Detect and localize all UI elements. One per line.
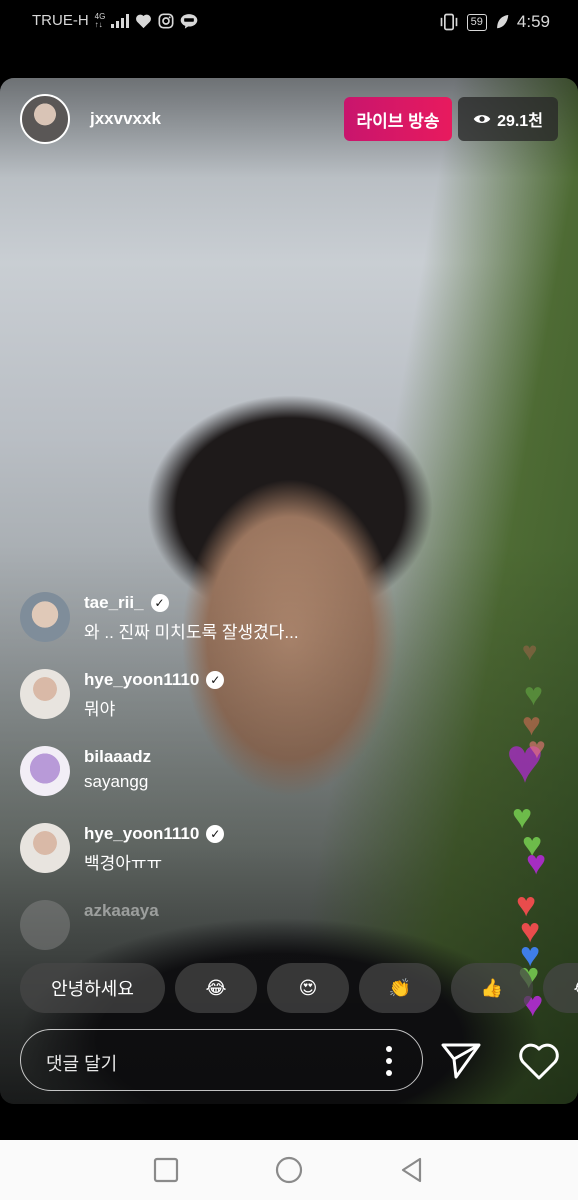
- floating-hearts: ♥ ♥ ♥ ♥ ♥ ♥ ♥ ♥ ♥ ♥ ♥ ♥ ♥: [500, 638, 578, 1104]
- comment-username[interactable]: hye_yoon1110: [84, 670, 199, 690]
- viewer-count-button[interactable]: 29.1천: [458, 97, 558, 141]
- avatar[interactable]: [20, 900, 70, 950]
- signal-icon: [111, 13, 130, 28]
- verified-badge-icon: ✓: [150, 594, 169, 612]
- battery-icon: 59: [466, 13, 487, 31]
- network-indicator: 4G ↑↓: [94, 11, 106, 29]
- avatar[interactable]: [20, 746, 70, 796]
- host-avatar[interactable]: [20, 94, 70, 144]
- quick-reaction-laugh[interactable]: 😂: [543, 963, 578, 1013]
- recent-apps-icon[interactable]: [152, 1156, 180, 1184]
- comment-input-placeholder: 댓글 달기: [46, 1054, 118, 1074]
- quick-reaction-thumbs-up[interactable]: 👍: [451, 963, 533, 1013]
- send-icon[interactable]: [440, 1040, 482, 1082]
- quick-reaction-clap[interactable]: 👏: [359, 963, 441, 1013]
- quick-reactions: 안녕하세요 😂 😍 👏 👍 😂: [20, 963, 578, 1013]
- heart-icon: [136, 14, 152, 28]
- comment-input[interactable]: 댓글 달기: [20, 1029, 423, 1091]
- comment-username[interactable]: azkaaaya: [84, 901, 159, 921]
- host-username[interactable]: jxxvvxxk: [90, 109, 161, 129]
- live-badge: 라이브 방송: [344, 97, 452, 141]
- back-icon[interactable]: [398, 1156, 426, 1184]
- like-heart-icon[interactable]: [518, 1040, 560, 1082]
- comment-text: 뭐야: [84, 700, 116, 719]
- viewer-count: 29.1천: [497, 113, 543, 130]
- status-bar: TRUE-H 4G ↑↓ 59 4:59: [0, 0, 578, 44]
- comment-text: 와 .. 진짜 미치도록 잘생겼다...: [84, 623, 299, 642]
- comment-text: 백경아ㅠㅠ: [84, 854, 163, 873]
- line-app-icon: [181, 13, 198, 29]
- verified-badge-icon: ✓: [206, 671, 225, 689]
- more-options-icon[interactable]: [386, 1046, 392, 1076]
- instagram-icon: [158, 13, 174, 28]
- heart-icon: ♥: [526, 844, 547, 882]
- heart-icon: ♥: [528, 732, 546, 765]
- comment-username[interactable]: bilaaadz: [84, 747, 151, 767]
- home-icon[interactable]: [275, 1156, 303, 1184]
- leaf-icon: [497, 15, 509, 29]
- comment-username[interactable]: tae_rii_: [84, 593, 144, 613]
- live-video[interactable]: jxxvvxxk 라이브 방송 29.1천 tae_rii_ ✓ 와 .. 진짜 …: [0, 78, 578, 1104]
- avatar[interactable]: [20, 823, 70, 873]
- avatar[interactable]: [20, 669, 70, 719]
- heart-icon: ♥: [522, 636, 538, 666]
- system-nav-bar: [0, 1140, 578, 1200]
- comment-username[interactable]: hye_yoon1110: [84, 824, 199, 844]
- quick-reaction-greeting[interactable]: 안녕하세요: [20, 963, 165, 1013]
- quick-reaction-heart-eyes[interactable]: 😍: [267, 963, 349, 1013]
- avatar[interactable]: [20, 592, 70, 642]
- verified-badge-icon: ✓: [206, 825, 225, 843]
- vibrate-icon: [440, 13, 457, 31]
- quick-reaction-laugh[interactable]: 😂: [175, 963, 257, 1013]
- eye-icon: [473, 115, 491, 123]
- carrier-label: TRUE-H: [32, 12, 89, 29]
- clock: 4:59: [516, 12, 550, 31]
- comment-text: sayangg: [84, 772, 149, 791]
